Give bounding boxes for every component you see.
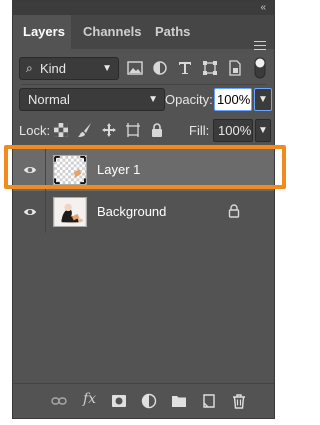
divider (45, 149, 46, 191)
panel-tabs: Layers Channels Paths (13, 15, 274, 50)
layers-panel: « Layers Channels Paths ⌕ Kind ▼ Normal … (12, 0, 275, 419)
opacity-label: Opacity: (165, 92, 213, 107)
tab-paths[interactable]: Paths (145, 15, 200, 49)
image-filter-icon[interactable] (127, 60, 143, 76)
layers-list: Layer 1 Background (13, 147, 274, 386)
link-icon[interactable] (51, 393, 67, 409)
shape-filter-icon[interactable] (202, 60, 218, 76)
layer-thumbnail[interactable] (53, 197, 87, 227)
fill-input[interactable]: 100% (213, 119, 253, 142)
filter-toggle-switch[interactable] (254, 57, 266, 79)
layer-thumbnail[interactable] (53, 155, 87, 185)
chevron-down-icon: ▼ (148, 94, 158, 105)
eye-icon[interactable] (23, 205, 37, 219)
adjustment-layer-icon[interactable] (141, 393, 157, 409)
divider (45, 191, 46, 233)
group-folder-icon[interactable] (171, 393, 187, 409)
fx-icon[interactable]: fx (83, 391, 96, 407)
mask-icon[interactable] (111, 393, 127, 409)
lock-image-icon[interactable] (77, 122, 93, 138)
fill-dropdown-button[interactable]: ▼ (255, 119, 271, 142)
blend-mode-value: Normal (28, 92, 70, 107)
trash-icon[interactable] (231, 393, 247, 409)
panel-title-bar[interactable]: « (13, 1, 274, 15)
panel-footer: fx (13, 383, 274, 418)
filter-kind-label: Kind (40, 61, 67, 76)
lock-label: Lock: (19, 123, 51, 138)
lock-transparent-icon[interactable] (53, 122, 69, 138)
filter-kind-select[interactable]: ⌕ Kind ▼ (19, 57, 119, 80)
collapse-panel-button[interactable]: « (260, 2, 266, 14)
layer-row[interactable]: Background (13, 191, 274, 233)
tab-channels[interactable]: Channels (73, 15, 152, 49)
type-filter-icon[interactable] (177, 60, 193, 76)
layer-name[interactable]: Layer 1 (97, 162, 140, 177)
adjustment-filter-icon[interactable] (152, 60, 168, 76)
chevron-down-icon: ▼ (102, 63, 112, 74)
lock-all-icon[interactable] (149, 122, 165, 138)
panel-menu-icon[interactable] (254, 41, 266, 50)
layer-name[interactable]: Background (97, 204, 166, 219)
new-layer-icon[interactable] (201, 393, 217, 409)
tab-layers[interactable]: Layers (13, 15, 71, 49)
chevron-down-icon: ▼ (258, 125, 268, 136)
opacity-dropdown-button[interactable]: ▼ (254, 88, 272, 111)
lock-icon[interactable] (228, 204, 240, 218)
lock-artboard-icon[interactable] (125, 122, 141, 138)
chevron-down-icon: ▼ (258, 94, 268, 105)
layer-row[interactable]: Layer 1 (13, 149, 274, 191)
eye-icon[interactable] (23, 163, 37, 177)
blend-mode-select[interactable]: Normal ▼ (19, 88, 165, 111)
opacity-input[interactable]: 100% (214, 88, 252, 111)
smart-object-filter-icon[interactable] (227, 60, 243, 76)
divider (21, 84, 266, 85)
lock-position-icon[interactable] (101, 122, 117, 138)
search-icon: ⌕ (26, 61, 33, 75)
fill-label: Fill: (189, 123, 210, 138)
